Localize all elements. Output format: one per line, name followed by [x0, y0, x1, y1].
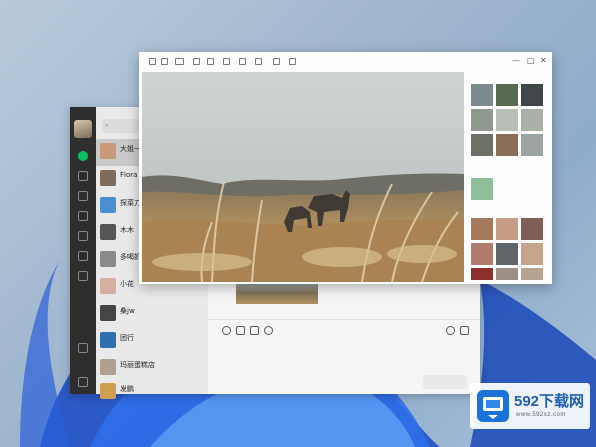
media-thumbnail[interactable]: [496, 268, 518, 280]
list-item[interactable]: 桑jw: [96, 301, 208, 328]
video-call-icon[interactable]: [460, 326, 469, 335]
media-side-panel: [469, 72, 549, 282]
chat-history-icon[interactable]: [264, 326, 273, 335]
conversation-name: 发鹏: [120, 385, 134, 393]
download-icon[interactable]: [289, 58, 296, 65]
voice-call-icon[interactable]: [446, 326, 455, 335]
input-divider: [208, 319, 480, 320]
media-thumbnail[interactable]: [521, 243, 543, 265]
avatar: [100, 143, 116, 159]
watermark-logo-icon: [477, 390, 509, 422]
media-thumbnail[interactable]: [471, 268, 493, 280]
list-item[interactable]: 玛丽蛋糕店: [96, 355, 208, 382]
menu-icon[interactable]: [78, 377, 88, 387]
media-thumbnail[interactable]: [521, 109, 543, 131]
landscape-photo-icon: [142, 72, 464, 282]
main-photo[interactable]: [142, 72, 464, 282]
media-thumbnail[interactable]: [496, 243, 518, 265]
scissors-icon[interactable]: [250, 326, 259, 335]
avatar: [100, 197, 116, 213]
media-thumbnail[interactable]: [471, 243, 493, 265]
watermark-url: www.592xz.com: [516, 412, 566, 418]
media-thumbnail[interactable]: [471, 84, 493, 106]
conversation-name: 玛丽蛋糕店: [120, 361, 155, 369]
media-thumbnail[interactable]: [471, 218, 493, 240]
conversation-name: 团行: [120, 334, 134, 342]
avatar[interactable]: [74, 120, 92, 138]
phone-icon[interactable]: [78, 343, 88, 353]
folder-icon[interactable]: [236, 326, 245, 335]
contacts-icon[interactable]: [78, 171, 88, 181]
watermark-title: 592下载网: [514, 393, 585, 410]
edit-icon[interactable]: [239, 58, 246, 65]
favorites-icon[interactable]: [78, 191, 88, 201]
avatar: [100, 383, 116, 399]
forward-icon[interactable]: [161, 58, 168, 65]
nav-sidebar: [70, 107, 96, 394]
send-button[interactable]: [423, 375, 467, 389]
back-icon[interactable]: [149, 58, 156, 65]
media-thumbnail[interactable]: [496, 134, 518, 156]
moments-icon[interactable]: [78, 231, 88, 241]
maximize-icon[interactable]: □: [527, 56, 535, 66]
media-thumbnail[interactable]: [521, 84, 543, 106]
conversation-name: 桑jw: [120, 307, 135, 315]
list-item[interactable]: 发鹏: [96, 379, 208, 406]
chat-icon[interactable]: [78, 151, 88, 161]
media-thumbnail[interactable]: [471, 134, 493, 156]
avatar: [100, 224, 116, 240]
files-icon[interactable]: [78, 211, 88, 221]
viewer-toolbar: — □ ✕: [139, 52, 552, 70]
video-message-thumbnail[interactable]: [236, 284, 318, 304]
avatar: [100, 170, 116, 186]
media-thumbnail[interactable]: [521, 134, 543, 156]
media-viewer-window: — □ ✕: [139, 52, 552, 284]
zoom-out-icon[interactable]: [207, 58, 214, 65]
media-thumbnail[interactable]: [471, 109, 493, 131]
emoji-icon[interactable]: [222, 326, 231, 335]
minimize-icon[interactable]: —: [512, 56, 520, 66]
media-thumbnail[interactable]: [521, 218, 543, 240]
media-thumbnail[interactable]: [471, 178, 493, 200]
search-icon[interactable]: [78, 271, 88, 281]
close-icon[interactable]: ✕: [540, 56, 547, 66]
media-thumbnail[interactable]: [521, 268, 543, 280]
avatar: [100, 359, 116, 375]
avatar: [100, 305, 116, 321]
avatar: [100, 251, 116, 267]
ocr-icon[interactable]: [255, 58, 262, 65]
media-thumbnail[interactable]: [496, 84, 518, 106]
zoom-in-icon[interactable]: [193, 58, 200, 65]
site-watermark: 592下载网 www.592xz.com: [470, 383, 590, 429]
forward-share-icon[interactable]: [273, 58, 280, 65]
ratio-icon[interactable]: [175, 58, 184, 65]
avatar: [100, 278, 116, 294]
rotate-icon[interactable]: [223, 58, 230, 65]
media-thumbnail[interactable]: [496, 218, 518, 240]
avatar: [100, 332, 116, 348]
channels-icon[interactable]: [78, 251, 88, 261]
list-item[interactable]: 团行: [96, 328, 208, 355]
media-thumbnail[interactable]: [496, 109, 518, 131]
